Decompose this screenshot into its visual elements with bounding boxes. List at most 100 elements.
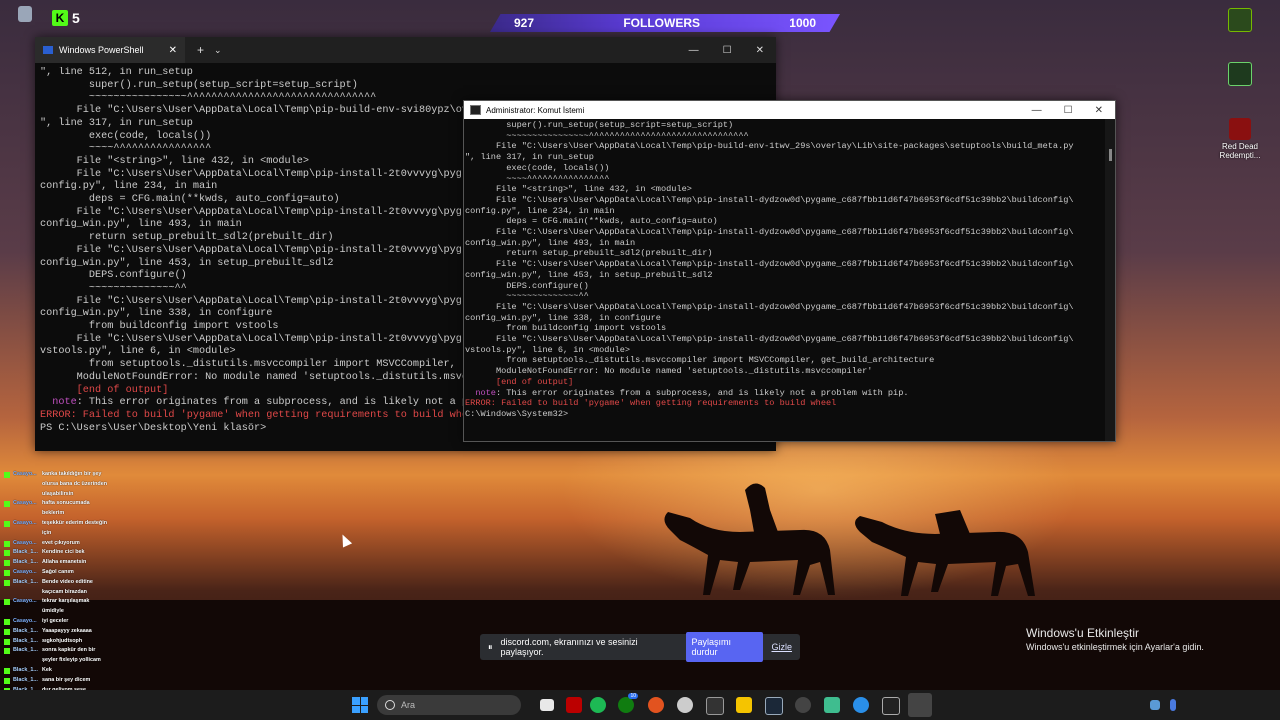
chat-text: sana bir şey dicem [42,676,91,683]
line-text: from setuptools._distutils.msvccompiler … [465,355,935,366]
close-button[interactable]: ✕ [756,45,764,56]
line-text: return setup_prebuilt_sdl2(prebuilt_dir) [40,232,334,244]
chat-text: sıgkohjudtsoph [42,637,83,644]
cmd-title: Administrator: Komut İstemi [486,105,585,115]
kick-badge-icon [4,569,10,576]
terminal-line: ", line 317, in run_setup [465,152,1105,163]
chat-message: Casayo... Sağol canım [4,568,124,578]
mouse-cursor-icon [337,532,353,548]
kick-badge-icon [4,520,10,527]
app-icon[interactable] [824,697,840,713]
start-button[interactable] [352,697,368,713]
terminal-icon[interactable] [882,697,900,715]
terminal-line: ~~~~~~~~~~~~~~~~^^^^^^^^^^^^^^^^^^^^^^^^… [465,131,1105,142]
activation-subtitle: Windows'u etkinleştirmek için Ayarlar'a … [1026,642,1204,652]
kick-badge-icon [4,472,10,478]
hide-link[interactable]: Gizle [771,642,792,652]
line-text: : This error originates from a subproces… [76,397,475,409]
terminal-line: config_win.py", line 453, in setup_prebu… [465,270,1105,281]
terminal-line: super().run_setup(setup_script=setup_scr… [40,80,768,93]
chat-text: Kendine cici bek [42,549,85,556]
tab-dropdown-icon[interactable]: ⌄ [214,45,222,56]
chat-message: Black_1... Kek [4,666,124,676]
obs-icon[interactable] [677,697,693,713]
close-tab-icon[interactable]: ✕ [169,45,177,56]
line-text: File "C:\Users\User\AppData\Local\Temp\p… [465,301,1074,312]
chat-text: Yaaapayyy zekaaaa [42,627,92,634]
kick-badge-icon [4,628,10,635]
terminal-line: ~~~~^^^^^^^^^^^^^^^^ [465,174,1105,185]
cmd-titlebar[interactable]: Administrator: Komut İstemi — ☐ ✕ [464,101,1115,119]
follower-goal-bar: 927 FOLLOWERS 1000 [490,14,840,32]
chat-text: kanka takıldığın bir şey [42,471,102,477]
chat-text: hafta sonucumada [42,500,90,507]
chat-message: Black_1... Kendine cici bek [4,548,124,558]
cmd-taskbar-icon[interactable] [908,693,932,717]
minimize-button[interactable]: — [1032,105,1042,116]
powershell-titlebar[interactable]: Windows PowerShell ✕ + ⌄ — ☐ ✕ [35,37,776,63]
terminal-line: ~~~~~~~~~~~~~~^^ [465,291,1105,302]
kick-badge-icon [4,677,10,684]
maximize-button[interactable]: ☐ [1064,105,1073,116]
line-text: ~~~~~~~~~~~~~~^^ [40,282,187,294]
maximize-button[interactable]: ☐ [723,45,732,56]
xbox-badge: 10 [628,693,638,699]
line-text: ERROR: Failed to build 'pygame' when get… [465,398,837,409]
close-button[interactable]: ✕ [1095,105,1103,116]
recycle-bin-icon[interactable] [8,6,42,24]
chat-text: ulaşabilirsin [42,490,74,497]
line-text: config_win.py", line 338, in configure [465,312,661,323]
kick-viewer-counter: K 5 [52,10,80,26]
chat-message: Casayo... tekrar karşılaşmak [4,597,124,607]
minimize-button[interactable]: — [689,45,699,56]
chat-text: tekrar karşılaşmak [42,598,90,605]
line-text: ", line 317, in run_setup [465,152,594,163]
tray-icon[interactable] [1150,700,1160,710]
cmd-window[interactable]: Administrator: Komut İstemi — ☐ ✕ super(… [463,100,1116,442]
epic-games-icon[interactable] [706,697,724,715]
line-text: PS C:\Users\User\Desktop\Yeni klasör> [40,422,267,434]
terminal-line: ERROR: Failed to build 'pygame' when get… [465,398,1105,409]
spotify-icon[interactable] [590,697,606,713]
cmd-output[interactable]: super().run_setup(setup_script=setup_scr… [465,120,1105,439]
terminal-line: note: This error originates from a subpr… [465,388,1105,399]
xbox-icon[interactable]: 10 [618,693,638,713]
desktop-icon-red-dead[interactable]: Red Dead Redempti... [1210,118,1270,160]
scroll-thumb[interactable] [1109,149,1112,161]
chat-username [13,490,39,500]
app-icon[interactable] [648,697,664,713]
chat-text: ümidiyle [42,608,64,615]
stop-sharing-button[interactable]: Paylaşımı durdur [685,632,764,662]
chat-username: Casayo... [13,568,37,575]
line-text: ModuleNotFoundError: No module named 'se… [465,366,873,377]
desktop-icon-app[interactable] [1210,62,1270,88]
tab-powershell[interactable]: Windows PowerShell ✕ [35,37,185,63]
line-text: config_win.py", line 493, in main [465,237,636,248]
kick-badge-icon [4,550,10,557]
edge-icon[interactable] [853,697,869,713]
scrollbar[interactable] [1105,119,1115,441]
chat-username: Black_1... [13,578,38,585]
rockstar-icon[interactable] [736,697,752,713]
terminal-line: File "C:\Users\User\AppData\Local\Temp\p… [465,259,1105,270]
task-view-icon[interactable] [540,699,554,711]
terminal-line: super().run_setup(setup_script=setup_scr… [465,120,1105,131]
settings-icon[interactable] [795,697,811,713]
terminal-line: from setuptools._distutils.msvccompiler … [465,355,1105,366]
microphone-icon[interactable] [1170,699,1176,711]
search-input[interactable]: Ara [377,695,521,715]
new-tab-button[interactable]: + [197,43,204,57]
chat-username [13,607,39,617]
terminal-line: config_win.py", line 493, in main [465,238,1105,249]
chat-username: Casayo... [13,519,37,526]
line-text: File "C:\Users\User\AppData\Local\Temp\p… [465,227,1074,238]
line-text: ", line 512, in run_setup [40,67,193,78]
terminal-line: vstools.py", line 6, in <module> [465,345,1105,356]
line-text: File "C:\Users\User\AppData\Local\Temp\p… [40,206,462,218]
netflix-icon[interactable] [566,697,582,713]
line-text: [end of output] [465,376,574,387]
terminal-line: File "C:\Users\User\AppData\Local\Temp\p… [465,195,1105,206]
steam-icon[interactable] [765,697,783,715]
line-text: config_win.py", line 493, in main [40,219,242,231]
desktop-icon-nvidia[interactable] [1210,8,1270,34]
